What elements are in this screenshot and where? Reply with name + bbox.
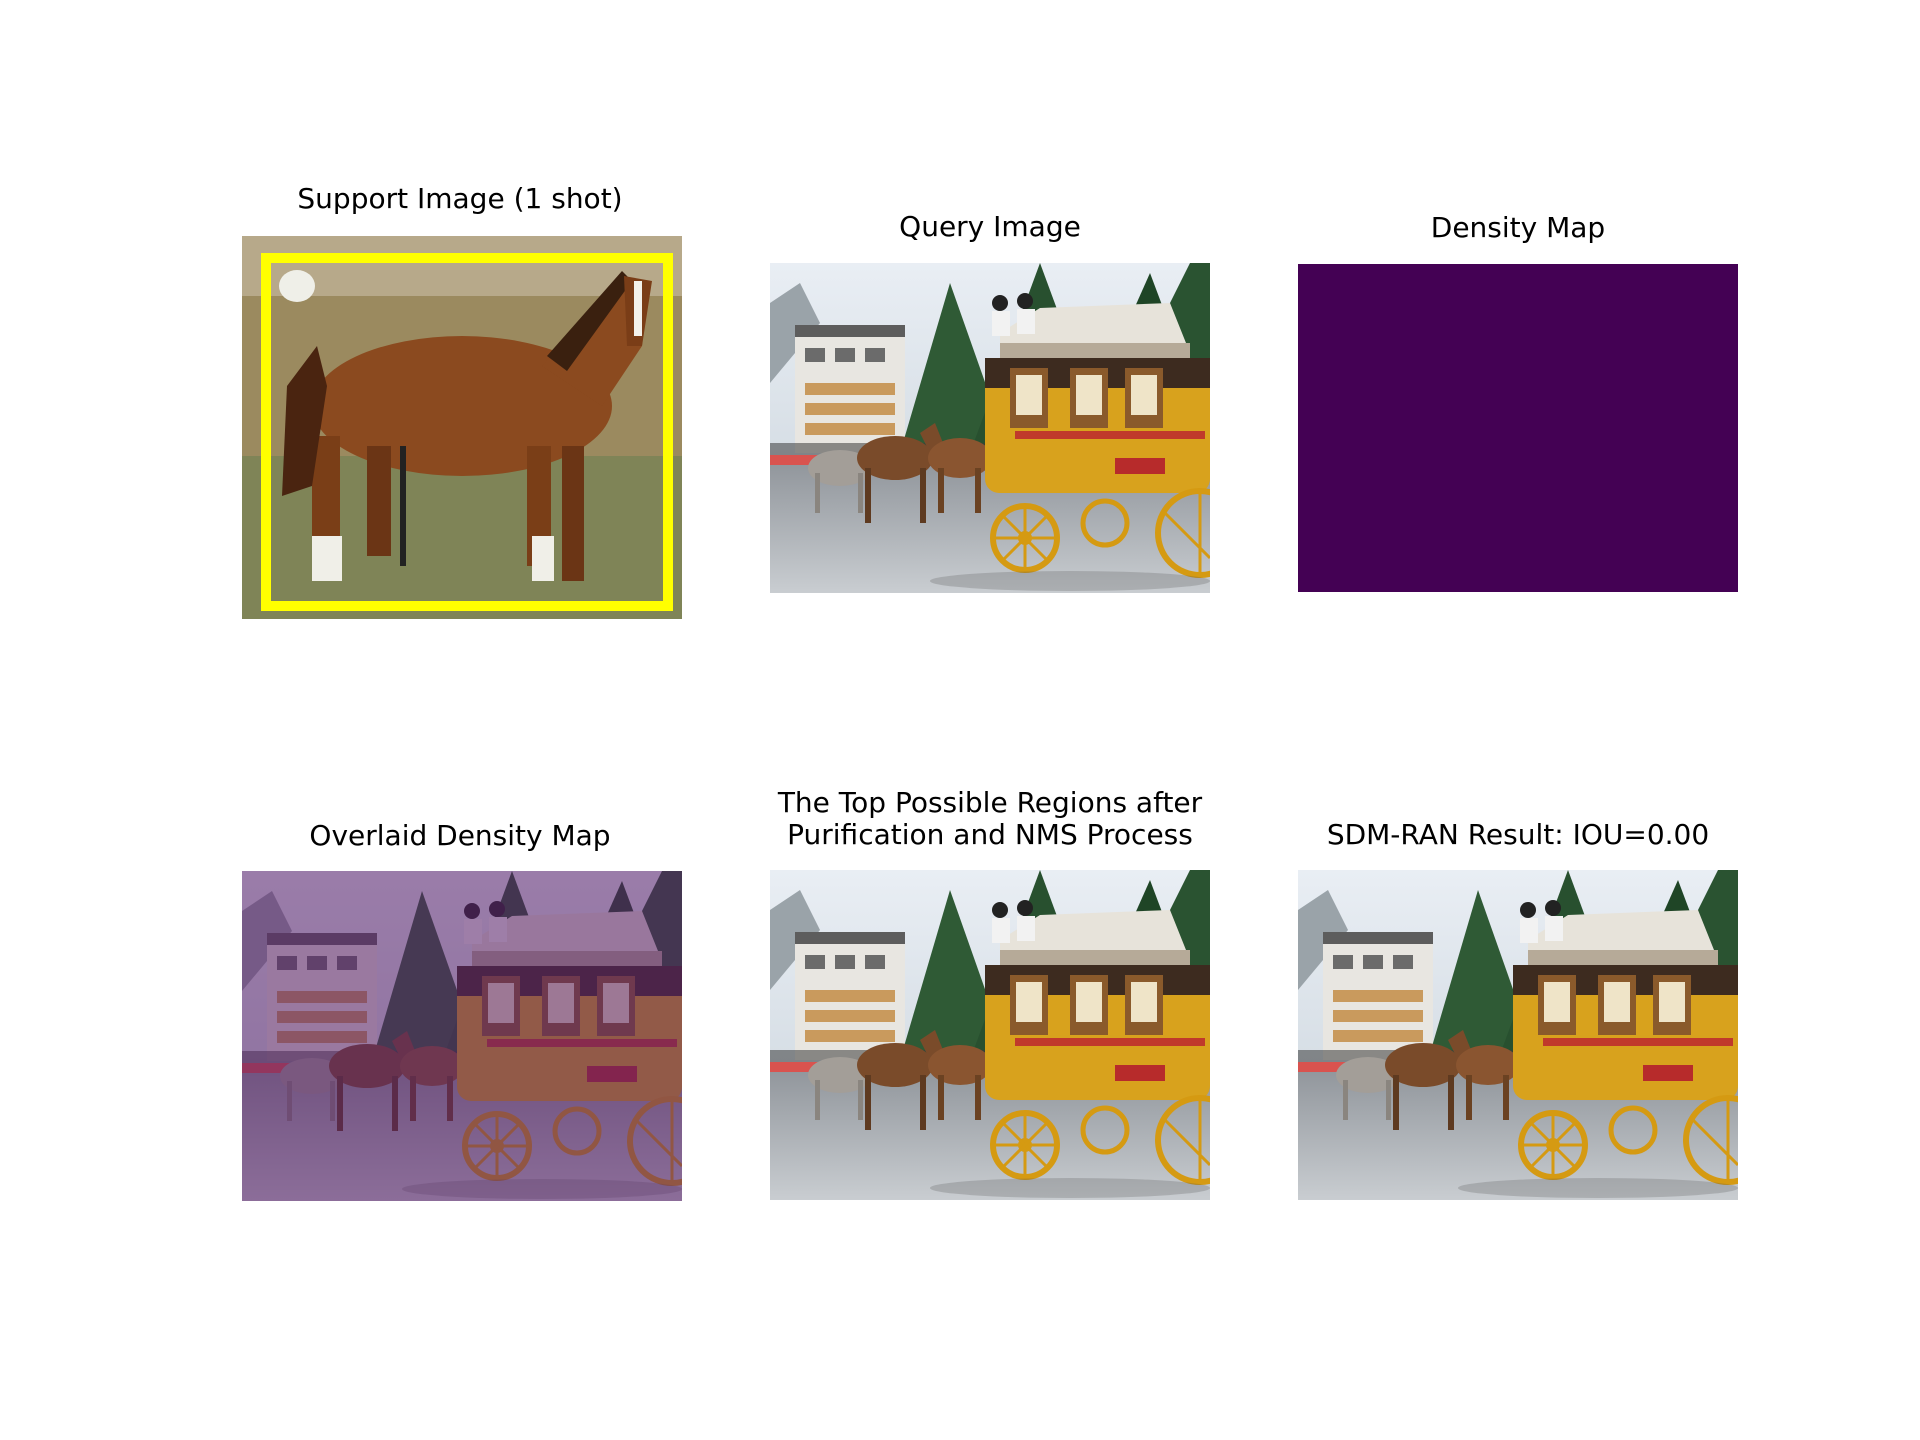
top-regions-title-line2: Purification and NMS Process — [787, 818, 1193, 851]
top-regions-image — [770, 870, 1210, 1200]
overlaid-density-map-title: Overlaid Density Map — [309, 819, 611, 852]
density-overlay-tint — [242, 871, 682, 1201]
support-image — [242, 236, 682, 619]
query-image-title: Query Image — [899, 210, 1081, 243]
density-map-title: Density Map — [1430, 211, 1606, 244]
sdm-ran-result-title: SDM-RAN Result: IOU=0.00 — [1326, 818, 1710, 851]
sdm-ran-result-image — [1298, 870, 1738, 1200]
density-map — [1298, 264, 1738, 592]
top-regions-title-line1: The Top Possible Regions after — [777, 786, 1203, 819]
support-image-title: Support Image (1 shot) — [297, 182, 623, 215]
density-map-fill — [1298, 264, 1738, 592]
query-image — [770, 263, 1210, 593]
overlaid-density-map — [242, 871, 682, 1201]
